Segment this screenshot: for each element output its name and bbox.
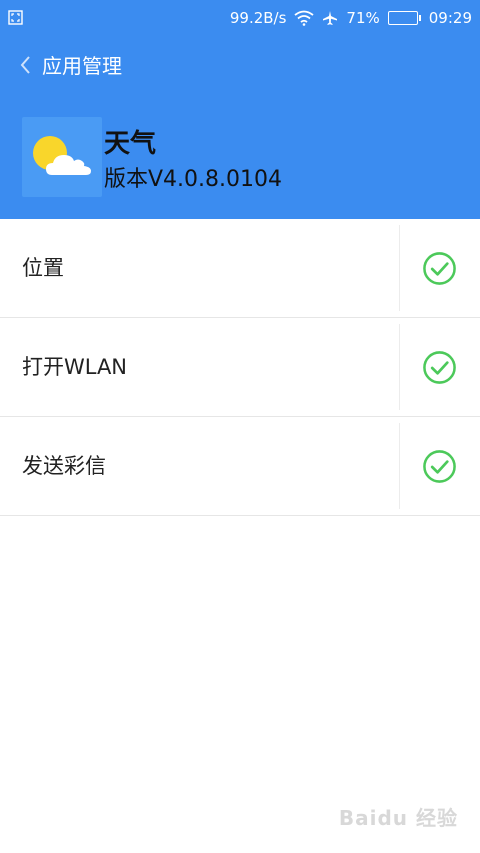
- permission-row-mms[interactable]: 发送彩信: [0, 417, 480, 516]
- check-circle-icon[interactable]: [422, 350, 457, 385]
- status-right: 99.2B/s 71% 09:29: [230, 0, 472, 36]
- chevron-left-icon[interactable]: [18, 54, 34, 76]
- clock: 09:29: [428, 9, 472, 27]
- screenshot-icon: [8, 10, 23, 25]
- divider: [399, 324, 400, 410]
- airplane-icon: [323, 11, 338, 25]
- permission-label: 发送彩信: [22, 454, 106, 478]
- app-header: 99.2B/s 71% 09:29 应用管理 天气 版本V4.0.8.0104: [0, 0, 480, 219]
- divider: [399, 225, 400, 311]
- permission-label: 打开WLAN: [22, 355, 128, 379]
- permission-row-wlan[interactable]: 打开WLAN: [0, 318, 480, 417]
- app-name: 天气: [104, 129, 157, 159]
- weather-sun-cloud-icon: [22, 117, 102, 197]
- battery-percent: 71%: [346, 9, 380, 27]
- divider: [399, 423, 400, 509]
- status-bar: 99.2B/s 71% 09:29: [0, 0, 480, 36]
- wifi-icon: [294, 10, 314, 26]
- permission-row-location[interactable]: 位置: [0, 219, 480, 318]
- net-speed: 99.2B/s: [229, 9, 287, 27]
- permission-list: 位置 打开WLAN 发送彩信: [0, 219, 480, 516]
- watermark: Baidu 经验: [338, 806, 458, 830]
- check-circle-icon[interactable]: [422, 251, 457, 286]
- page-title: 应用管理: [42, 54, 122, 78]
- battery-icon: [387, 11, 421, 25]
- app-version: 版本V4.0.8.0104: [104, 167, 283, 192]
- check-circle-icon[interactable]: [422, 449, 457, 484]
- nav-bar: 应用管理: [0, 36, 480, 94]
- permission-label: 位置: [22, 256, 64, 280]
- app-info: 天气 版本V4.0.8.0104: [22, 117, 462, 199]
